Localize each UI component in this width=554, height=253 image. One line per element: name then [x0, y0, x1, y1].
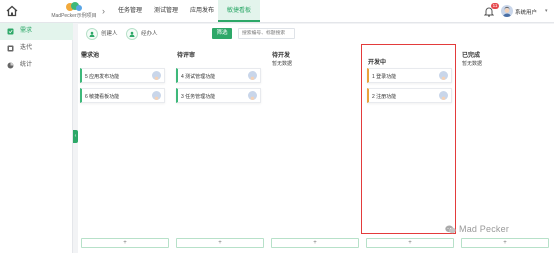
pecker-logo-icon: [66, 2, 82, 11]
assignee-avatar: [248, 71, 257, 80]
tab-test-management[interactable]: 测试管理: [146, 0, 186, 22]
iteration-icon: [7, 45, 14, 52]
empty-state-text: 暂无数据: [272, 61, 293, 67]
project-logo: MadPecker示例项目: [42, 1, 106, 22]
add-card-button[interactable]: +: [366, 238, 454, 248]
wechat-icon: [445, 225, 456, 234]
tab-app-release[interactable]: 应用发布: [182, 0, 222, 22]
sidebar-item-label: 迭代: [20, 45, 33, 51]
sidebar-item-statistics[interactable]: 统计: [0, 57, 73, 74]
card-title: 5 应用发布功能: [85, 74, 120, 80]
sidebar-item-requirements[interactable]: 需求: [0, 23, 73, 40]
assignee-avatar: [248, 91, 257, 100]
sidebar-item-label: 统计: [20, 62, 33, 68]
add-card-button[interactable]: +: [176, 238, 264, 248]
chevron-right-icon: ›: [102, 6, 105, 16]
kanban-card[interactable]: 5 应用发布功能: [80, 68, 165, 83]
assignee-avatar: [439, 91, 448, 100]
creator-circle: [86, 28, 98, 40]
assignee-label: 经办人: [141, 31, 158, 37]
top-navigation-bar: MadPecker示例项目 › 任务管理 测试管理 应用发布 敏捷看板 11 系…: [0, 0, 554, 23]
sidebar-item-iterations[interactable]: 迭代: [0, 40, 73, 57]
sidebar-item-label: 需求: [20, 28, 33, 34]
user-icon: [89, 31, 95, 37]
column-title: 待评审: [177, 53, 196, 59]
kanban-card[interactable]: 2 注册功能: [367, 88, 452, 103]
add-card-button[interactable]: +: [271, 238, 359, 248]
tab-agile-board[interactable]: 敏捷看板: [218, 0, 260, 22]
home-icon[interactable]: [6, 5, 18, 17]
user-avatar[interactable]: [501, 5, 513, 17]
tab-task-management[interactable]: 任务管理: [110, 0, 150, 22]
notification-badge: 11: [491, 3, 499, 9]
kanban-card[interactable]: 4 测试管理功能: [176, 68, 261, 83]
chevron-down-icon[interactable]: ▾: [545, 8, 548, 14]
empty-state-text: 暂无数据: [462, 61, 483, 67]
creator-label: 创建人: [101, 31, 118, 37]
card-title: 1 登录功能: [372, 74, 397, 80]
column-title: 开发中: [368, 60, 387, 66]
kanban-board: 需求池 5 应用发布功能 6 敏捷看板功能 待评审 4 测试管理功能 3 任务管…: [78, 44, 554, 253]
card-title: 4 测试管理功能: [181, 74, 216, 80]
assignee-avatar: [439, 71, 448, 80]
user-name[interactable]: 系统用户: [515, 8, 537, 16]
assignee-avatar: [152, 91, 161, 100]
column-title: 已完成: [462, 53, 481, 59]
assignee-avatar: [152, 71, 161, 80]
card-title: 3 任务管理功能: [181, 94, 216, 100]
add-card-button[interactable]: +: [81, 238, 169, 248]
kanban-card[interactable]: 6 敏捷看板功能: [80, 88, 165, 103]
sidebar: 需求 迭代 统计: [0, 23, 73, 253]
filter-bar: 创建人 经办人 筛选: [78, 24, 554, 44]
statistics-icon: [7, 62, 14, 69]
filter-button[interactable]: 筛选: [212, 28, 232, 39]
user-icon: [129, 31, 135, 37]
add-card-button[interactable]: +: [461, 238, 549, 248]
card-title: 6 敏捷看板功能: [85, 94, 120, 100]
project-name: MadPecker示例项目: [51, 13, 97, 19]
column-title: 需求池: [81, 53, 100, 59]
requirement-icon: [7, 28, 14, 35]
assignee-circle: [126, 28, 138, 40]
column-title: 待开发: [272, 53, 291, 59]
watermark-text: Mad Pecker: [459, 224, 510, 234]
kanban-card[interactable]: 3 任务管理功能: [176, 88, 261, 103]
card-title: 2 注册功能: [372, 94, 397, 100]
kanban-card[interactable]: 1 登录功能: [367, 68, 452, 83]
avatar-icon: [502, 6, 512, 17]
search-input[interactable]: [238, 28, 295, 39]
